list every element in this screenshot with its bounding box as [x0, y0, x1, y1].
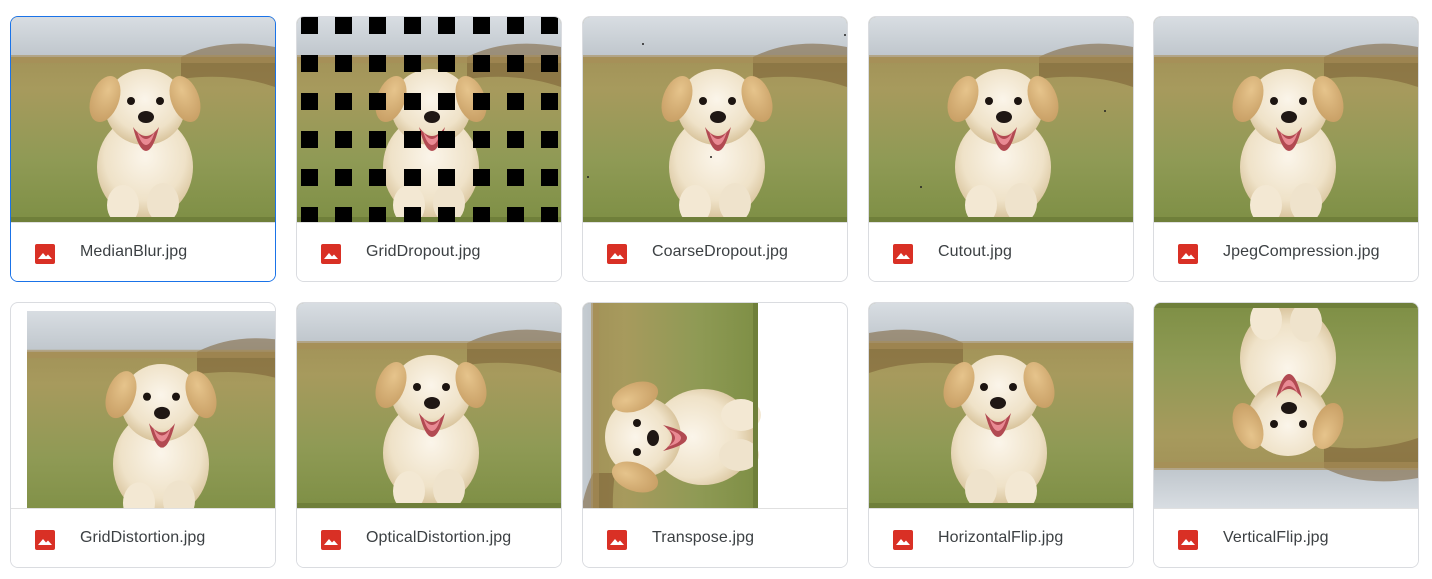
file-thumbnail [297, 303, 561, 508]
grid-dropout-square [404, 55, 421, 72]
grid-dropout-square [541, 17, 558, 34]
grid-dropout-square [541, 207, 558, 222]
file-thumbnail [1154, 17, 1418, 222]
grid-dropout-square [507, 93, 524, 110]
grid-dropout-square [335, 93, 352, 110]
grid-dropout-square [438, 55, 455, 72]
file-thumbnail [297, 17, 561, 222]
file-footer: GridDropout.jpg [297, 222, 561, 281]
file-thumbnail [1154, 303, 1418, 508]
grid-dropout-square [301, 169, 318, 186]
file-footer: Cutout.jpg [869, 222, 1133, 281]
image-file-icon [607, 530, 627, 550]
grid-dropout-square [335, 207, 352, 222]
grid-dropout-square [438, 131, 455, 148]
file-card-verticalflip[interactable]: VerticalFlip.jpg [1153, 302, 1419, 568]
file-thumbnail [583, 17, 847, 222]
grid-dropout-square [541, 131, 558, 148]
file-name: HorizontalFlip.jpg [938, 529, 1064, 546]
grid-dropout-square [541, 55, 558, 72]
grid-dropout-square [473, 169, 490, 186]
file-name: GridDropout.jpg [366, 243, 481, 260]
image-file-icon [35, 530, 55, 550]
grid-dropout-square [369, 17, 386, 34]
grid-dropout-square [473, 131, 490, 148]
grid-dropout-square [473, 93, 490, 110]
file-card-griddropout[interactable]: GridDropout.jpg [296, 16, 562, 282]
grid-dropout-square [301, 55, 318, 72]
grid-dropout-square [404, 93, 421, 110]
file-card-opticaldistortion[interactable]: OpticalDistortion.jpg [296, 302, 562, 568]
grid-dropout-square [507, 17, 524, 34]
file-thumbnail [869, 303, 1133, 508]
file-card-jpegcompression[interactable]: JpegCompression.jpg [1153, 16, 1419, 282]
grid-dropout-square [404, 207, 421, 222]
grid-dropout-square [507, 131, 524, 148]
grid-dropout-square [369, 207, 386, 222]
image-file-icon [607, 244, 627, 264]
file-footer: HorizontalFlip.jpg [869, 508, 1133, 567]
file-name: CoarseDropout.jpg [652, 243, 788, 260]
grid-dropout-square [369, 169, 386, 186]
file-card-transpose[interactable]: Transpose.jpg [582, 302, 848, 568]
file-name: MedianBlur.jpg [80, 243, 188, 260]
image-file-icon [321, 244, 341, 264]
grid-dropout-square [369, 55, 386, 72]
file-grid: MedianBlur.jpg GridDropout.jpg CoarseDro… [0, 0, 1432, 579]
file-name: Transpose.jpg [652, 529, 755, 546]
grid-dropout-square [335, 17, 352, 34]
image-file-icon [35, 244, 55, 264]
file-thumbnail [869, 17, 1133, 222]
grid-dropout-square [507, 169, 524, 186]
file-name: OpticalDistortion.jpg [366, 529, 512, 546]
file-thumbnail [11, 17, 275, 222]
grid-dropout-square [438, 17, 455, 34]
file-footer: MedianBlur.jpg [11, 222, 275, 281]
grid-dropout-square [507, 207, 524, 222]
grid-dropout-square [507, 55, 524, 72]
grid-dropout-square [438, 93, 455, 110]
grid-dropout-square [301, 17, 318, 34]
file-card-cutout[interactable]: Cutout.jpg [868, 16, 1134, 282]
grid-dropout-square [301, 207, 318, 222]
file-name: JpegCompression.jpg [1223, 243, 1380, 260]
grid-dropout-square [335, 169, 352, 186]
grid-dropout-square [335, 55, 352, 72]
file-thumbnail [583, 303, 847, 508]
grid-dropout-square [335, 131, 352, 148]
image-file-icon [1178, 530, 1198, 550]
image-file-icon [893, 530, 913, 550]
file-card-medianblur[interactable]: MedianBlur.jpg [10, 16, 276, 282]
grid-dropout-square [404, 17, 421, 34]
file-card-horizontalflip[interactable]: HorizontalFlip.jpg [868, 302, 1134, 568]
file-footer: CoarseDropout.jpg [583, 222, 847, 281]
file-card-coarsedropout[interactable]: CoarseDropout.jpg [582, 16, 848, 282]
file-footer: GridDistortion.jpg [11, 508, 275, 567]
grid-dropout-square [541, 169, 558, 186]
file-thumbnail [11, 303, 275, 508]
file-footer: JpegCompression.jpg [1154, 222, 1418, 281]
grid-dropout-square [473, 17, 490, 34]
image-file-icon [893, 244, 913, 264]
grid-dropout-square [438, 207, 455, 222]
grid-dropout-square [369, 93, 386, 110]
file-name: Cutout.jpg [938, 243, 1012, 260]
grid-dropout-square [369, 131, 386, 148]
grid-dropout-square [473, 55, 490, 72]
grid-dropout-square [541, 93, 558, 110]
file-name: VerticalFlip.jpg [1223, 529, 1329, 546]
image-file-icon [321, 530, 341, 550]
file-footer: VerticalFlip.jpg [1154, 508, 1418, 567]
grid-dropout-square [404, 169, 421, 186]
grid-dropout-square [301, 131, 318, 148]
file-name: GridDistortion.jpg [80, 529, 206, 546]
grid-dropout-square [438, 169, 455, 186]
file-card-griddistortion[interactable]: GridDistortion.jpg [10, 302, 276, 568]
image-file-icon [1178, 244, 1198, 264]
grid-dropout-square [301, 93, 318, 110]
file-footer: OpticalDistortion.jpg [297, 508, 561, 567]
grid-dropout-square [473, 207, 490, 222]
grid-dropout-square [404, 131, 421, 148]
file-footer: Transpose.jpg [583, 508, 847, 567]
